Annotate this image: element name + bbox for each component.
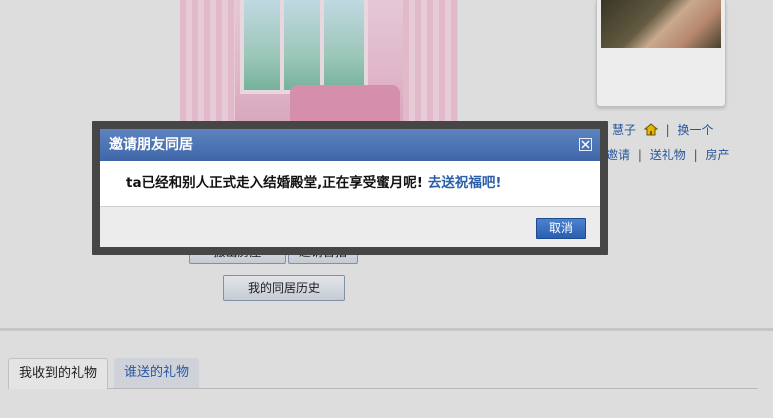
dialog-message: ta已经和别人正式走入结婚殿堂,正在享受蜜月呢! (126, 175, 423, 191)
close-icon[interactable] (579, 138, 592, 151)
dialog-footer: 取消 (100, 206, 600, 247)
send-blessing-link[interactable]: 去送祝福吧! (428, 175, 502, 191)
dialog-frame: 邀请朋友同居 ta已经和别人正式走入结婚殿堂,正在享受蜜月呢! 去送祝福吧! 取消 (92, 121, 608, 255)
invite-dialog: 邀请朋友同居 ta已经和别人正式走入结婚殿堂,正在享受蜜月呢! 去送祝福吧! 取消 (100, 129, 600, 247)
dialog-header: 邀请朋友同居 (100, 129, 600, 161)
dialog-message-row: ta已经和别人正式走入结婚殿堂,正在享受蜜月呢! 去送祝福吧! (100, 161, 600, 206)
cancel-button[interactable]: 取消 (536, 218, 586, 239)
dialog-title: 邀请朋友同居 (109, 137, 193, 153)
